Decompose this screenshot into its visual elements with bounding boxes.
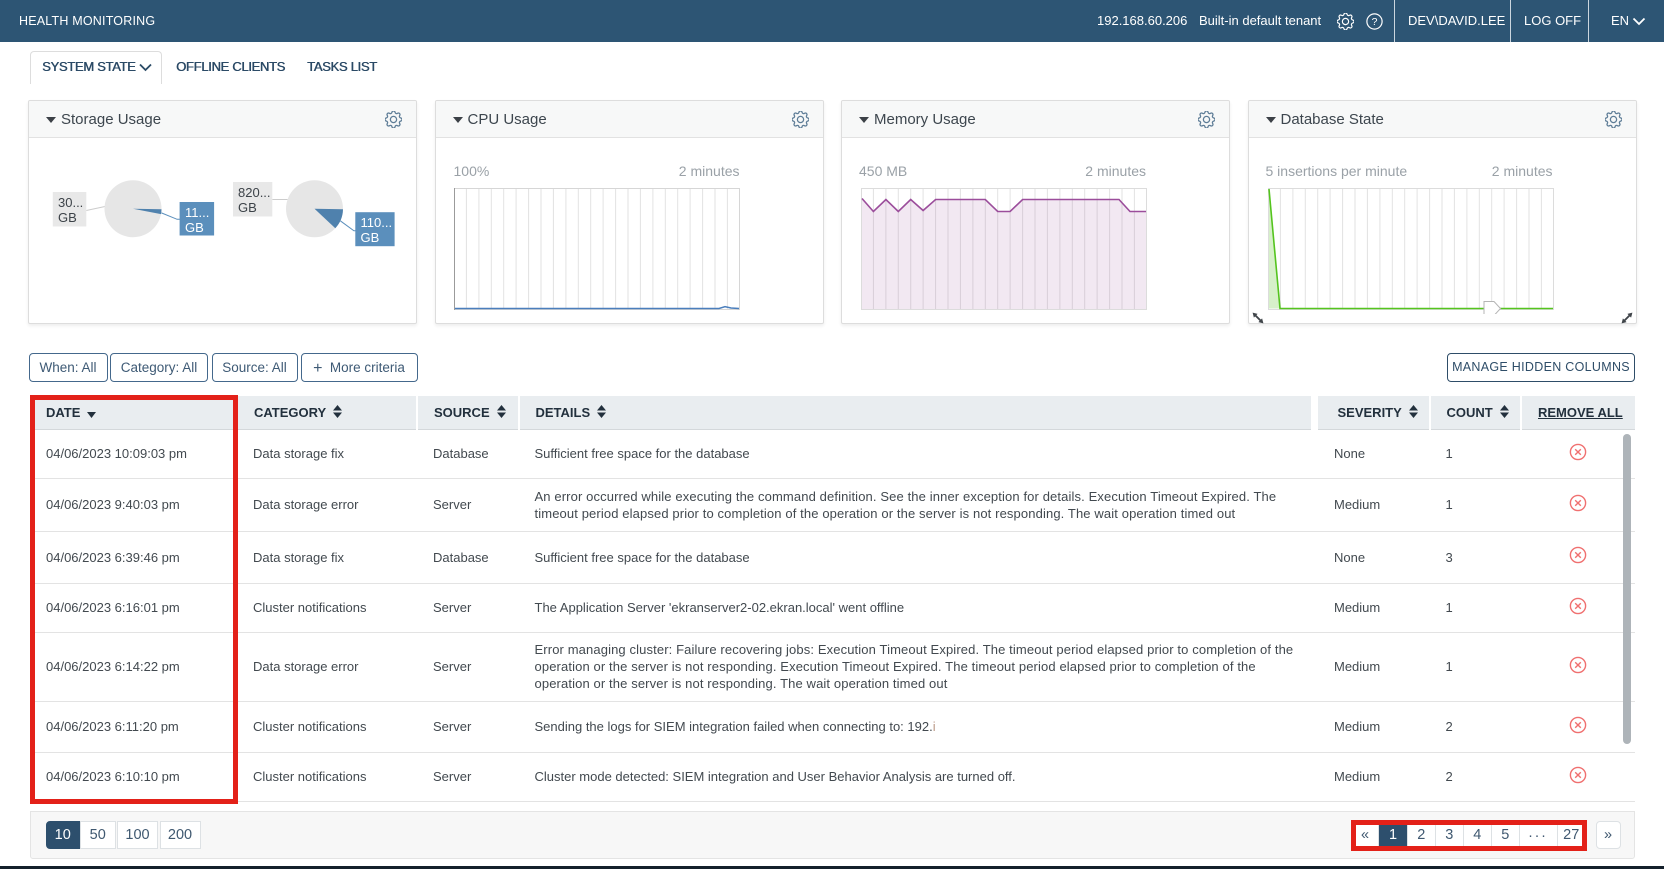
svg-text:?: ?: [1372, 16, 1378, 28]
svg-text:GB: GB: [361, 230, 380, 245]
svg-text:30...: 30...: [58, 195, 83, 210]
svg-text:GB: GB: [58, 210, 77, 225]
svg-text:11...: 11...: [185, 205, 209, 220]
svg-text:110...: 110...: [361, 215, 393, 230]
svg-text:GB: GB: [185, 220, 204, 235]
svg-text:820...: 820...: [238, 185, 271, 200]
svg-text:GB: GB: [238, 200, 257, 215]
